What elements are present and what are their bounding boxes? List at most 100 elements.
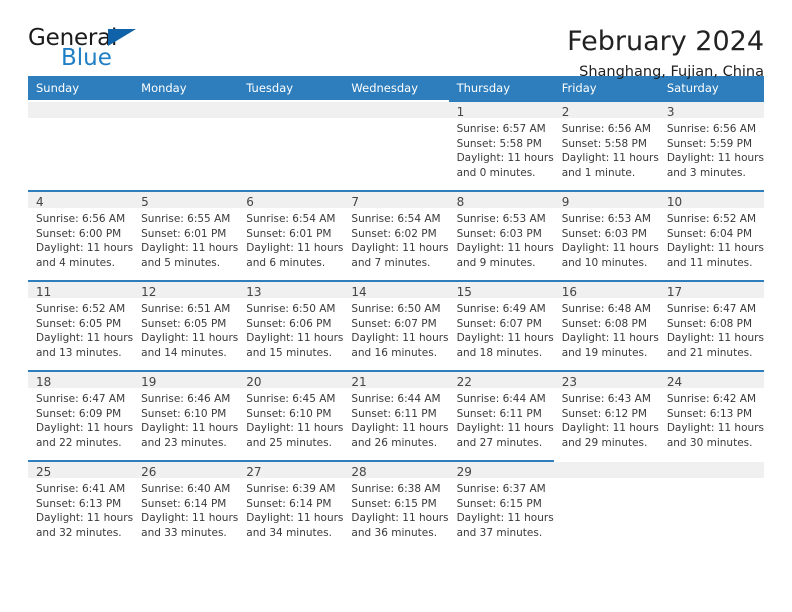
weekday-header-thursday: Thursday	[448, 76, 554, 100]
calendar-day-cell[interactable]: 27 Sunrise: 6:39 AM Sunset: 6:14 PM Dayligh…	[238, 460, 344, 550]
calendar-day-cell[interactable]: 11 Sunrise: 6:52 AM Sunset: 6:05 PM Dayligh…	[28, 280, 134, 370]
title-block: February 2024 Shanghang, Fujian, China	[567, 26, 764, 82]
sunrise-text: Sunrise: 6:44 AM	[456, 393, 546, 405]
sunrise-text: Sunrise: 6:45 AM	[246, 393, 336, 405]
sunset-text: Sunset: 6:13 PM	[666, 407, 753, 420]
sunrise-text: Sunrise: 6:48 AM	[561, 303, 651, 315]
calendar-day-cell[interactable]: 15 Sunrise: 6:49 AM Sunset: 6:07 PM Dayligh…	[448, 280, 554, 370]
calendar-day-cell[interactable]: 2 Sunrise: 6:56 AM Sunset: 5:58 PM Daylight…	[553, 100, 659, 190]
daylight-text-line1: Daylight: 11 hours	[666, 152, 764, 164]
calendar-day-cell[interactable]: 29 Sunrise: 6:37 AM Sunset: 6:15 PM Dayligh…	[448, 460, 554, 550]
sunrise-text: Sunrise: 6:56 AM	[36, 213, 126, 225]
day-details: Sunrise: 6:54 AM Sunset: 6:01 PM Daylight:…	[238, 208, 343, 270]
daylight-text-line2: and 7 minutes.	[351, 256, 431, 269]
day-details: Sunrise: 6:49 AM Sunset: 6:07 PM Daylight:…	[449, 298, 554, 360]
sunset-text: Sunset: 5:58 PM	[561, 137, 647, 150]
calendar-day-cell[interactable]: 16 Sunrise: 6:48 AM Sunset: 6:08 PM Dayligh…	[553, 280, 659, 370]
calendar-day-cell[interactable]: 23 Sunrise: 6:43 AM Sunset: 6:12 PM Dayligh…	[553, 370, 659, 460]
sunset-text: Sunset: 6:13 PM	[36, 497, 122, 510]
calendar-day-cell[interactable]: 3 Sunrise: 6:56 AM Sunset: 5:59 PM Daylight…	[658, 100, 764, 190]
day-cell-inner: 6 Sunrise: 6:54 AM Sunset: 6:01 PM Daylight…	[238, 190, 344, 280]
day-cell-inner: 23 Sunrise: 6:43 AM Sunset: 6:12 PM Dayligh…	[553, 370, 659, 460]
sunrise-text: Sunrise: 6:46 AM	[141, 393, 231, 405]
calendar-day-cell[interactable]: 21 Sunrise: 6:44 AM Sunset: 6:11 PM Dayligh…	[343, 370, 449, 460]
daylight-text-line2: and 4 minutes.	[36, 256, 115, 269]
daylight-text-line1: Daylight: 11 hours	[456, 332, 554, 344]
calendar-day-cell[interactable]: 4 Sunrise: 6:56 AM Sunset: 6:00 PM Daylight…	[28, 190, 134, 280]
day-details: Sunrise: 6:57 AM Sunset: 5:58 PM Daylight:…	[449, 118, 554, 180]
calendar-day-cell[interactable]: 18 Sunrise: 6:47 AM Sunset: 6:09 PM Dayligh…	[28, 370, 134, 460]
sunset-text: Sunset: 6:14 PM	[141, 497, 227, 510]
day-cell-inner: 8 Sunrise: 6:53 AM Sunset: 6:03 PM Daylight…	[448, 190, 554, 280]
calendar-day-cell[interactable]: 12 Sunrise: 6:51 AM Sunset: 6:05 PM Dayligh…	[133, 280, 239, 370]
calendar-day-cell[interactable]: 26 Sunrise: 6:40 AM Sunset: 6:14 PM Dayligh…	[133, 460, 239, 550]
daylight-text-line1: Daylight: 11 hours	[141, 242, 239, 254]
sunrise-text: Sunrise: 6:49 AM	[456, 303, 546, 315]
calendar-day-cell[interactable]: 10 Sunrise: 6:52 AM Sunset: 6:04 PM Dayligh…	[658, 190, 764, 280]
triangle-icon	[108, 29, 136, 46]
sunset-text: Sunset: 6:00 PM	[36, 227, 122, 240]
day-cell-inner: 24 Sunrise: 6:42 AM Sunset: 6:13 PM Dayligh…	[658, 370, 764, 460]
day-details: Sunrise: 6:52 AM Sunset: 6:05 PM Daylight:…	[28, 298, 133, 360]
calendar-day-cell[interactable]: 22 Sunrise: 6:44 AM Sunset: 6:11 PM Dayligh…	[448, 370, 554, 460]
day-number: 26	[133, 462, 239, 479]
calendar-day-cell[interactable]: 17 Sunrise: 6:47 AM Sunset: 6:08 PM Dayligh…	[658, 280, 764, 370]
calendar-day-cell[interactable]: 24 Sunrise: 6:42 AM Sunset: 6:13 PM Dayligh…	[658, 370, 764, 460]
sunset-text: Sunset: 5:59 PM	[666, 137, 753, 150]
page-subtitle: Shanghang, Fujian, China	[579, 64, 764, 80]
calendar-day-cell[interactable]: 1 Sunrise: 6:57 AM Sunset: 5:58 PM Daylight…	[448, 100, 554, 190]
daylight-text-line1: Daylight: 11 hours	[561, 242, 659, 254]
calendar-day-cell[interactable]: 19 Sunrise: 6:46 AM Sunset: 6:10 PM Dayligh…	[133, 370, 239, 460]
sunrise-text: Sunrise: 6:42 AM	[666, 393, 757, 405]
calendar-day-cell[interactable]: 5 Sunrise: 6:55 AM Sunset: 6:01 PM Daylight…	[133, 190, 239, 280]
day-number	[28, 102, 134, 118]
calendar-day-cell-empty	[28, 100, 134, 190]
sunset-text: Sunset: 6:03 PM	[456, 227, 542, 240]
sunrise-text: Sunrise: 6:50 AM	[246, 303, 336, 315]
day-cell-inner: 3 Sunrise: 6:56 AM Sunset: 5:59 PM Daylight…	[658, 100, 764, 190]
day-number: 29	[448, 462, 554, 479]
daylight-text-line2: and 36 minutes.	[351, 526, 438, 539]
daylight-text-line2: and 3 minutes.	[666, 166, 746, 179]
calendar-day-cell-empty	[343, 100, 449, 190]
day-number: 15	[448, 282, 554, 299]
day-cell-inner: 10 Sunrise: 6:52 AM Sunset: 6:04 PM Dayligh…	[658, 190, 764, 280]
calendar-day-cell[interactable]: 13 Sunrise: 6:50 AM Sunset: 6:06 PM Dayligh…	[238, 280, 344, 370]
day-number: 6	[238, 192, 344, 209]
daylight-text-line1: Daylight: 11 hours	[666, 332, 764, 344]
calendar-day-cell[interactable]: 7 Sunrise: 6:54 AM Sunset: 6:02 PM Daylight…	[343, 190, 449, 280]
day-number: 17	[658, 282, 764, 299]
daylight-text-line2: and 30 minutes.	[666, 436, 753, 449]
day-cell-inner: 19 Sunrise: 6:46 AM Sunset: 6:10 PM Dayligh…	[133, 370, 239, 460]
day-cell-inner: 2 Sunrise: 6:56 AM Sunset: 5:58 PM Daylight…	[553, 100, 659, 190]
sunrise-text: Sunrise: 6:53 AM	[456, 213, 546, 225]
general-blue-logo[interactable]: General Blue	[28, 26, 178, 76]
day-cell-inner	[238, 100, 344, 190]
daylight-text-line2: and 26 minutes.	[351, 436, 438, 449]
day-number	[658, 462, 764, 478]
calendar-week-row: 4 Sunrise: 6:56 AM Sunset: 6:00 PM Daylight…	[28, 190, 764, 280]
daylight-text-line1: Daylight: 11 hours	[561, 422, 659, 434]
calendar-day-cell[interactable]: 9 Sunrise: 6:53 AM Sunset: 6:03 PM Daylight…	[553, 190, 659, 280]
day-number: 7	[343, 192, 449, 209]
sunset-text: Sunset: 6:08 PM	[561, 317, 647, 330]
calendar-day-cell[interactable]: 25 Sunrise: 6:41 AM Sunset: 6:13 PM Dayligh…	[28, 460, 134, 550]
sunrise-text: Sunrise: 6:53 AM	[561, 213, 651, 225]
calendar-page: General Blue February 2024 Shanghang, Fu…	[0, 0, 792, 612]
daylight-text-line1: Daylight: 11 hours	[351, 332, 449, 344]
calendar-day-cell[interactable]: 8 Sunrise: 6:53 AM Sunset: 6:03 PM Daylight…	[448, 190, 554, 280]
daylight-text-line2: and 22 minutes.	[36, 436, 122, 449]
day-cell-inner: 12 Sunrise: 6:51 AM Sunset: 6:05 PM Dayligh…	[133, 280, 239, 370]
day-details: Sunrise: 6:55 AM Sunset: 6:01 PM Daylight:…	[133, 208, 238, 270]
sunrise-text: Sunrise: 6:50 AM	[351, 303, 441, 315]
day-cell-inner: 18 Sunrise: 6:47 AM Sunset: 6:09 PM Dayligh…	[28, 370, 134, 460]
day-number	[238, 102, 344, 118]
day-cell-inner: 9 Sunrise: 6:53 AM Sunset: 6:03 PM Daylight…	[553, 190, 659, 280]
daylight-text-line1: Daylight: 11 hours	[351, 422, 449, 434]
daylight-text-line2: and 32 minutes.	[36, 526, 122, 539]
calendar-day-cell[interactable]: 28 Sunrise: 6:38 AM Sunset: 6:15 PM Dayligh…	[343, 460, 449, 550]
calendar-day-cell[interactable]: 14 Sunrise: 6:50 AM Sunset: 6:07 PM Dayligh…	[343, 280, 449, 370]
calendar-day-cell[interactable]: 6 Sunrise: 6:54 AM Sunset: 6:01 PM Daylight…	[238, 190, 344, 280]
calendar-day-cell[interactable]: 20 Sunrise: 6:45 AM Sunset: 6:10 PM Dayligh…	[238, 370, 344, 460]
day-cell-inner	[28, 100, 134, 190]
